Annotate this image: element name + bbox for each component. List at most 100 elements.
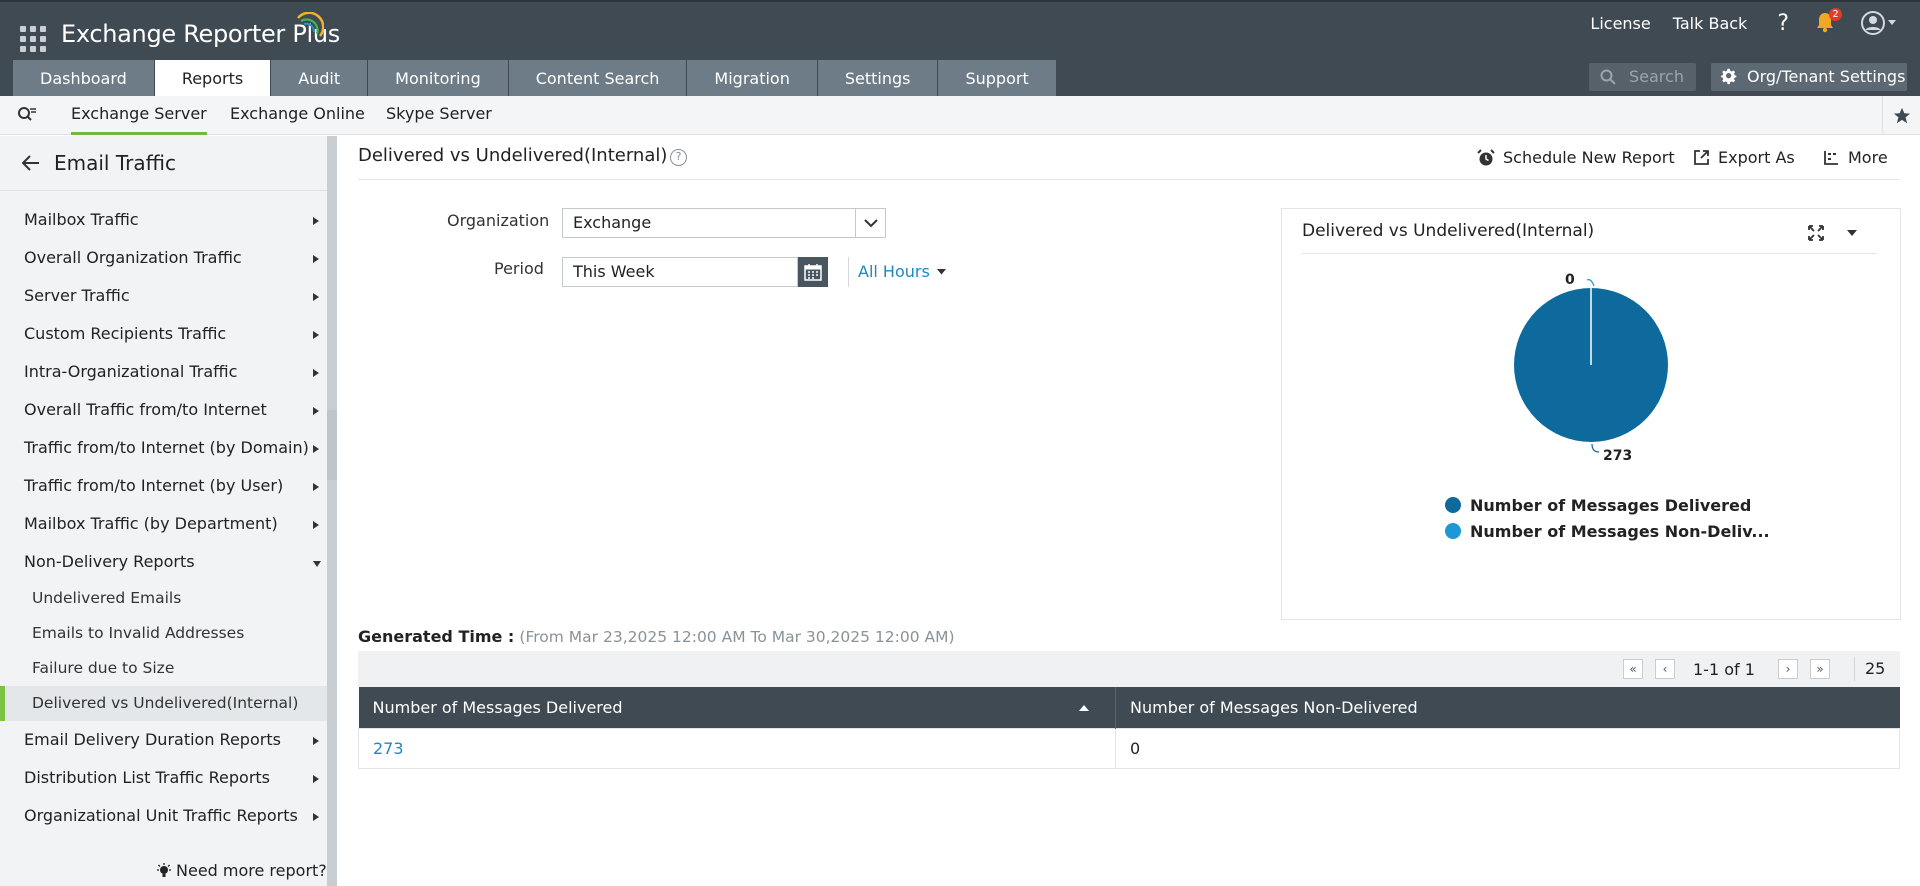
sidebar-collapse-handle[interactable] [327,410,337,480]
sort-ascending-icon[interactable] [1079,705,1089,711]
license-link[interactable]: License [1590,14,1650,33]
more-label: More [1848,148,1888,167]
talk-back-link[interactable]: Talk Back [1673,14,1748,33]
tab-settings[interactable]: Settings [817,60,938,97]
need-more-report-link[interactable]: Need more report? [156,861,327,880]
prev-page-button[interactable]: ‹ [1655,659,1675,679]
sidebar-item-mailbox-traffic[interactable]: Mailbox Traffic [0,201,327,239]
tab-support[interactable]: Support [938,60,1056,97]
sidebar-subitem-undelivered-emails[interactable]: Undelivered Emails [0,581,327,616]
app-header: Exchange Reporter Plus License Talk Back… [0,0,1920,97]
sidebar-subitem-invalid-addresses[interactable]: Emails to Invalid Addresses [0,616,327,651]
chart-menu-caret-icon[interactable] [1847,230,1857,236]
caret-down-icon [936,268,946,274]
chevron-down-icon[interactable] [855,209,885,237]
organization-select[interactable]: Exchange [562,208,886,238]
sidebar-item-label: Organizational Unit Traffic Reports [24,806,298,825]
caret-right-icon [313,331,319,339]
sidebar-item-traffic-internet-user[interactable]: Traffic from/to Internet (by User) [0,467,327,505]
sidebar-item-label: Intra-Organizational Traffic [24,362,238,381]
sidebar-item-ou-traffic[interactable]: Organizational Unit Traffic Reports [0,797,327,835]
sidebar-item-distribution-list-traffic[interactable]: Distribution List Traffic Reports [0,759,327,797]
legend-item-delivered[interactable]: Number of Messages Delivered [1445,492,1770,518]
sidebar-item-label: Distribution List Traffic Reports [24,768,271,787]
lightbulb-icon [157,862,171,877]
tab-audit[interactable]: Audit [271,60,368,97]
last-page-button[interactable]: » [1810,659,1830,679]
next-page-button[interactable]: › [1778,659,1798,679]
sidebar-item-email-delivery-duration[interactable]: Email Delivery Duration Reports [0,721,327,759]
caret-down-icon [313,561,321,567]
tab-content-search[interactable]: Content Search [508,60,687,97]
period-value: This Week [573,262,655,281]
generated-time-label: Generated Time : [358,627,515,646]
tab-dashboard[interactable]: Dashboard [13,60,154,97]
notification-bell-icon[interactable]: 2 [1815,8,1842,35]
calendar-icon[interactable] [798,257,828,287]
tab-migration[interactable]: Migration [687,60,817,97]
column-header-delivered[interactable]: Number of Messages Delivered [358,687,1116,728]
export-label: Export As [1718,148,1795,167]
tab-monitoring[interactable]: Monitoring [368,60,508,97]
header-search-input[interactable]: Search [1589,63,1696,91]
sidebar-item-server-traffic[interactable]: Server Traffic [0,277,327,315]
first-page-button[interactable]: « [1623,659,1643,679]
search-icon [1600,69,1616,85]
sidebar-item-overall-traffic-internet[interactable]: Overall Traffic from/to Internet [0,391,327,429]
more-button[interactable]: More [1823,148,1888,167]
page-size-value: 25 [1865,659,1886,678]
sidebar-item-label: Server Traffic [24,286,130,305]
legend-item-non-delivered[interactable]: Number of Messages Non-Deliv... [1445,518,1770,544]
pager-text: 1-1 of 1 [1693,660,1755,679]
back-arrow-icon[interactable] [22,155,40,171]
sidebar-item-overall-organization-traffic[interactable]: Overall Organization Traffic [0,239,327,277]
sidebar-item-label: Overall Organization Traffic [24,248,242,267]
chart-title-divider [1302,253,1877,254]
report-help-icon[interactable]: ? [670,149,687,166]
sidebar-item-custom-recipients-traffic[interactable]: Custom Recipients Traffic [0,315,327,353]
sidebar-item-traffic-internet-domain[interactable]: Traffic from/to Internet (by Domain) [0,429,327,467]
sidebar-item-intra-organizational-traffic[interactable]: Intra-Organizational Traffic [0,353,327,391]
chart-title: Delivered vs Undelivered(Internal) [1302,221,1595,241]
column-header-label: Number of Messages Delivered [372,697,623,717]
expand-icon[interactable] [1808,225,1824,241]
notification-badge: 2 [1829,8,1842,21]
organization-value: Exchange [573,213,652,232]
favorites-star-icon[interactable] [1882,96,1920,135]
all-hours-dropdown[interactable]: All Hours [858,262,946,281]
page-size-select[interactable]: 25 [1854,657,1894,698]
sidebar: Email Traffic Mailbox Traffic Overall Or… [0,136,327,886]
sidebar-scrollbar[interactable] [327,136,337,886]
sidebar-item-label: Mailbox Traffic [24,210,139,229]
column-header-non-delivered[interactable]: Number of Messages Non-Delivered [1115,687,1900,728]
sidebar-item-label: Traffic from/to Internet (by Domain) [24,438,309,457]
pager-bar: « ‹ 1-1 of 1 › » 25 [358,651,1900,698]
help-icon[interactable]: ? [1777,11,1789,36]
apps-grid-icon[interactable] [20,26,46,52]
tab-reports[interactable]: Reports [154,60,271,97]
schedule-new-report-button[interactable]: Schedule New Report [1477,148,1675,167]
data-label-connector [1586,279,1595,287]
pie-data-label: 0 [1565,272,1575,288]
subnav-exchange-online[interactable]: Exchange Online [230,96,365,135]
sidebar-item-non-delivery-reports[interactable]: Non-Delivery Reports [0,543,327,581]
org-tenant-settings-label: Org/Tenant Settings [1747,67,1906,86]
sidebar-header: Email Traffic [0,136,327,191]
caret-right-icon [313,775,319,783]
sub-navigation: Exchange Server Exchange Online Skype Se… [0,96,1920,135]
table-cell-delivered[interactable]: 273 [358,727,1116,769]
user-avatar-icon[interactable] [1861,11,1896,35]
sidebar-subitem-failure-size[interactable]: Failure due to Size [0,651,327,686]
subnav-skype-server[interactable]: Skype Server [386,96,492,135]
report-search-icon[interactable] [17,106,37,124]
pie-data-label: 273 [1603,448,1632,464]
org-tenant-settings-button[interactable]: Org/Tenant Settings [1711,63,1907,91]
all-hours-label: All Hours [858,262,930,281]
sidebar-subitem-delivered-vs-undelivered[interactable]: Delivered vs Undelivered(Internal) [0,686,327,721]
export-as-button[interactable]: Export As [1693,148,1795,167]
subnav-exchange-server[interactable]: Exchange Server [71,96,207,135]
period-input[interactable]: This Week [562,257,798,287]
report-table: Number of Messages Delivered Number of M… [358,687,1900,769]
sidebar-item-mailbox-traffic-department[interactable]: Mailbox Traffic (by Department) [0,505,327,543]
table-cell-non-delivered: 0 [1115,727,1900,769]
